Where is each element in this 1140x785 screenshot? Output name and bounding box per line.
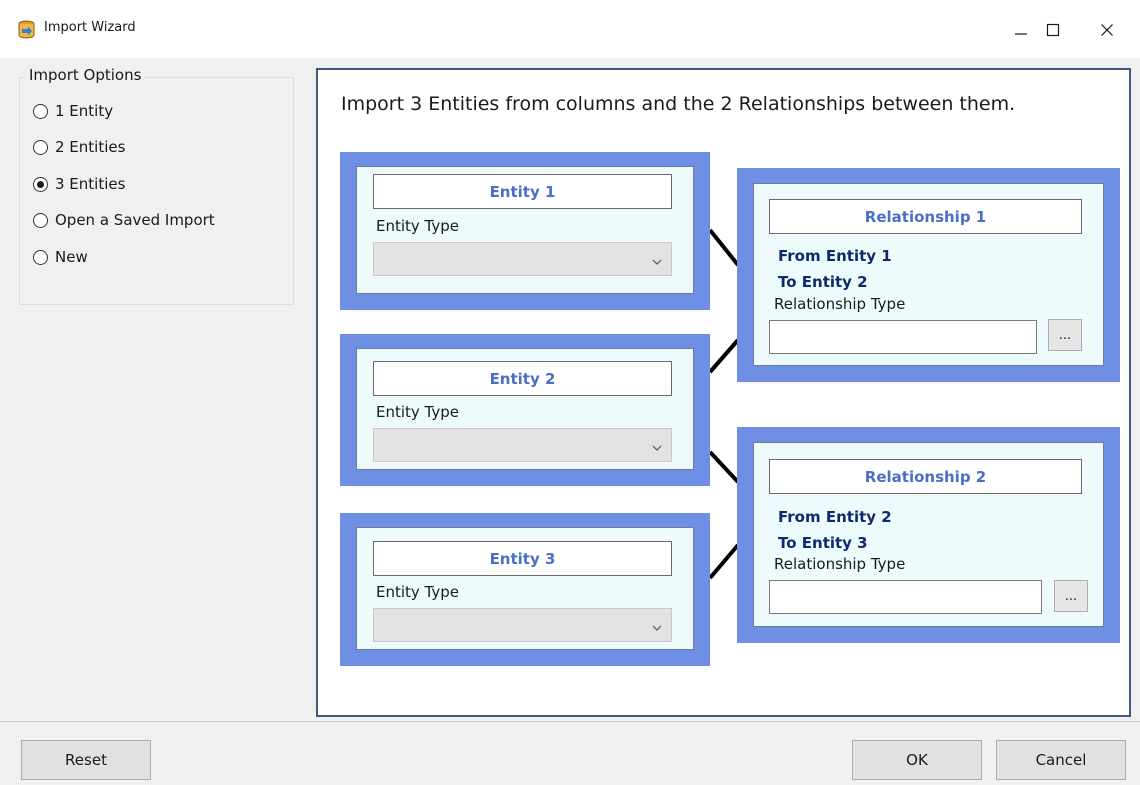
relationship-2-from: From Entity 2 <box>778 508 892 526</box>
radio-button[interactable] <box>33 212 48 228</box>
relationship-2-browse-button[interactable]: ... <box>1054 580 1088 612</box>
chevron-down-icon <box>651 619 663 638</box>
cancel-button[interactable]: Cancel <box>996 740 1126 780</box>
entity-2-type-dropdown[interactable] <box>373 428 672 462</box>
entity-3-title: Entity 3 <box>373 541 672 576</box>
option-3-entities[interactable]: 3 Entities <box>33 175 125 193</box>
radio-button[interactable] <box>33 139 48 155</box>
chevron-down-icon <box>651 253 663 272</box>
radio-button-selected[interactable] <box>33 176 48 192</box>
option-label: Open a Saved Import <box>55 211 215 229</box>
entity-1-type-dropdown[interactable] <box>373 242 672 276</box>
reset-button[interactable]: Reset <box>21 740 151 780</box>
option-label: 1 Entity <box>55 102 114 120</box>
relationship-1-type-label: Relationship Type <box>774 295 906 313</box>
radio-button[interactable] <box>33 103 48 119</box>
close-icon <box>1100 23 1114 37</box>
entity-2-type-label: Entity Type <box>376 403 460 421</box>
headline-text: Import 3 Entities from columns and the 2… <box>341 93 1016 115</box>
minimize-icon <box>1014 23 1028 37</box>
relationship-1-type-input[interactable] <box>769 320 1037 354</box>
option-2-entities[interactable]: 2 Entities <box>33 138 125 156</box>
relationship-2-type-input[interactable] <box>769 580 1042 614</box>
close-button[interactable] <box>1084 12 1130 48</box>
window-title: Import Wizard <box>44 20 136 35</box>
ok-button[interactable]: OK <box>852 740 982 780</box>
title-bar <box>0 0 1140 58</box>
relationship-2-type-label: Relationship Type <box>774 555 906 573</box>
database-import-icon <box>18 20 35 39</box>
relationship-1-to: To Entity 2 <box>778 273 868 291</box>
option-label: 3 Entities <box>55 175 126 193</box>
option-label: New <box>55 248 88 266</box>
entity-1-title: Entity 1 <box>373 174 672 209</box>
option-open-saved-import[interactable]: Open a Saved Import <box>33 211 215 229</box>
option-new[interactable]: New <box>33 248 88 266</box>
import-options-legend: Import Options <box>25 66 146 84</box>
maximize-icon <box>1046 23 1060 37</box>
maximize-button[interactable] <box>1030 12 1076 48</box>
radio-button[interactable] <box>33 249 48 265</box>
relationship-1-from: From Entity 1 <box>778 247 892 265</box>
relationship-1-title: Relationship 1 <box>769 199 1082 234</box>
relationship-1-browse-button[interactable]: ... <box>1048 319 1082 351</box>
chevron-down-icon <box>651 439 663 458</box>
entity-2-title: Entity 2 <box>373 361 672 396</box>
entity-1-type-label: Entity Type <box>376 217 460 235</box>
relationship-2-title: Relationship 2 <box>769 459 1082 494</box>
option-1-entity[interactable]: 1 Entity <box>33 102 113 120</box>
relationship-2-to: To Entity 3 <box>778 534 868 552</box>
entity-3-type-dropdown[interactable] <box>373 608 672 642</box>
option-label: 2 Entities <box>55 138 126 156</box>
entity-3-type-label: Entity Type <box>376 583 460 601</box>
